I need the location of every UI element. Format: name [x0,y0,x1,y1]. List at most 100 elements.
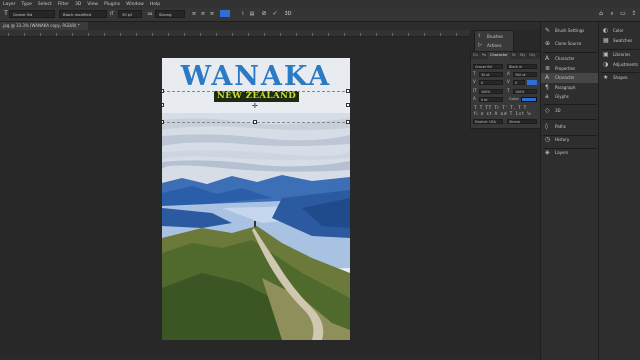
transform-handle[interactable] [346,89,350,93]
transform-handle[interactable] [346,120,350,124]
menu-plugins[interactable]: Plugins [101,2,123,7]
cancel-icon[interactable]: ⊘ [260,10,268,18]
panel-character-2[interactable]: A Character [541,73,599,83]
char-leading[interactable]: 300 pt [513,72,537,77]
panel-adjustments[interactable]: ◑ Adjustments [599,60,640,70]
ruler-tick [40,33,41,36]
char-antialias[interactable]: Strong [507,119,537,124]
ruler-tick [8,33,9,36]
ruler-tick [408,33,409,36]
ruler-tick [376,33,377,36]
panel-libraries[interactable]: ▣ Libraries [599,50,640,60]
panel-swatches[interactable]: ▦ Swatches [599,36,640,46]
font-size-select[interactable]: 30 pt [118,10,142,18]
panel-3d[interactable]: ◇ 3D [541,106,599,116]
workspace-icon[interactable]: ▭ [619,10,627,18]
transform-center-icon[interactable]: ✛ [252,102,258,110]
panel-clone-source[interactable]: ⊕ Clone Source [541,39,599,49]
selection-top-edge [162,91,350,92]
document-tab[interactable]: .jpg @ 33.3% (WANAKA copy, RGB/8) * [0,22,88,30]
char-language[interactable]: English: USA [473,119,503,124]
status-bar [0,354,540,360]
menu-3d[interactable]: 3D [72,2,84,7]
divider [543,104,597,105]
poster-canvas[interactable]: WANAKA NEW ZEALAND ✛ [162,58,350,340]
char-hscale[interactable]: 100% [513,89,537,94]
ruler-tick [200,33,201,36]
commit-icon[interactable]: ✓ [271,10,279,18]
poster-subtitle[interactable]: NEW ZEALAND [214,91,300,102]
home-icon[interactable]: ⌂ [597,10,605,18]
char-font-size[interactable]: 30 pt [479,72,503,77]
panel-shapes[interactable]: ★ Shapes [599,73,640,83]
tracking-icon: V [507,79,510,84]
history-icon: ◷ [545,136,551,143]
menu-help[interactable]: Help [147,2,163,7]
anti-alias-select[interactable]: Strong [155,10,185,18]
3d-icon[interactable]: 3D [284,10,292,18]
char-baseline[interactable]: 0 pt [479,97,503,102]
char-style-buttons[interactable]: T T TT Tr T' T, T T [474,105,527,110]
menu-filter[interactable]: Filter [55,2,72,7]
transform-handle[interactable] [162,103,164,107]
transform-handle[interactable] [162,120,164,124]
panels-icon[interactable]: ▤ [248,10,256,18]
ruler-tick [392,33,393,36]
panel-glyphs[interactable]: a Glyphs [541,92,599,102]
char-tracking-highlight [527,80,537,85]
char-tracking[interactable]: 0 [513,80,525,85]
font-style-select[interactable]: Black modified [59,10,107,18]
libraries-icon: ▣ [603,51,609,58]
ruler-tick [152,33,153,36]
char-color-swatch[interactable] [521,97,537,102]
panel-layers[interactable]: ◈ Layers [541,148,599,158]
tab-character[interactable]: Character [488,52,510,59]
color-icon: ◐ [603,27,609,34]
menu-layer[interactable]: Layer [0,2,19,7]
panel-item-actions[interactable]: ▷ Actions [475,41,513,50]
char-color-label: Color: [509,97,520,101]
char-vscale[interactable]: 100% [479,89,503,94]
horizontal-scale-icon: T [507,88,510,93]
paths-icon: ◊ [545,123,548,130]
tab-gly[interactable]: Gly [527,52,537,59]
cube-icon: ◇ [545,107,550,114]
transform-handle[interactable] [253,120,257,124]
character-panel-tabs: Ch Pa Character Te Sty Gly [471,52,541,59]
ruler-tick [456,33,457,36]
char-kerning[interactable]: 0 [479,80,503,85]
align-right-icon[interactable]: ≡ [208,10,216,18]
panel-history[interactable]: ◷ History [541,135,599,145]
warp-text-icon[interactable]: ⌇ [239,10,247,18]
tab-sty[interactable]: Sty [518,52,528,59]
menu-type[interactable]: Type [19,2,35,7]
tab-pa[interactable]: Pa [480,52,488,59]
menu-view[interactable]: View [84,2,101,7]
char-font-family[interactable]: Graver Bd [473,64,503,69]
menu-window[interactable]: Window [123,2,147,7]
align-center-icon[interactable]: ≡ [199,10,207,18]
tab-te[interactable]: Te [510,52,518,59]
panel-character-1[interactable]: A Character [541,54,599,64]
ruler-tick [104,33,105,36]
text-color-swatch[interactable] [220,10,230,17]
ruler-tick [312,33,313,36]
poster-title[interactable]: WANAKA [162,62,350,92]
menu-select[interactable]: Select [35,2,55,7]
share-icon[interactable]: ⇪ [630,10,638,18]
transform-handle[interactable] [346,103,350,107]
tab-ch[interactable]: Ch [471,52,480,59]
panel-item-brushes[interactable]: ⌇ Brushes [475,32,513,41]
panel-color[interactable]: ◐ Color [599,26,640,36]
transform-handle[interactable] [162,89,164,93]
font-family-select[interactable]: Graver Bd [9,10,55,18]
align-left-icon[interactable]: ≡ [190,10,198,18]
ruler-tick [184,33,185,36]
ruler-tick [136,33,137,36]
char-font-style[interactable]: Black m [507,64,537,69]
search-icon[interactable]: ⌕ [608,10,616,18]
brushes-actions-panel: ⌇ Brushes ▷ Actions [474,30,514,52]
char-opentype-buttons[interactable]: fi σ st A ad T 1st ½ [474,111,532,116]
panel-paths[interactable]: ◊ Paths [541,122,599,132]
panel-brush-settings[interactable]: ✎ Brush Settings [541,26,599,36]
